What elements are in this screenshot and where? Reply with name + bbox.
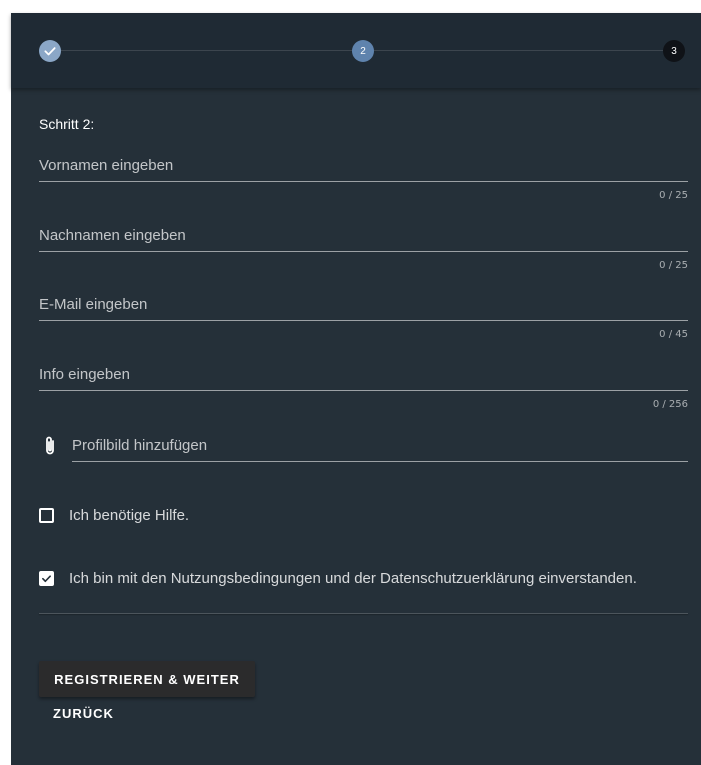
- profile-picture-label: Profilbild hinzufügen: [72, 437, 208, 454]
- step-2-active[interactable]: 2: [352, 40, 374, 62]
- last-name-counter: 0 / 25: [659, 260, 688, 271]
- first-name-field[interactable]: Vornamen eingeben 0 / 25: [39, 155, 688, 207]
- email-counter: 0 / 45: [659, 329, 688, 340]
- email-field[interactable]: E-Mail eingeben 0 / 45: [39, 294, 688, 346]
- step-title: Schritt 2:: [39, 116, 95, 132]
- info-field[interactable]: Info eingeben 0 / 256: [39, 364, 688, 416]
- register-continue-button[interactable]: REGISTRIEREN & WEITER: [39, 661, 255, 697]
- paperclip-icon: [46, 436, 54, 455]
- step-connector: [374, 50, 663, 51]
- last-name-underline: [39, 251, 688, 252]
- info-underline: [39, 390, 688, 391]
- email-underline: [39, 320, 688, 321]
- terms-checkbox-row[interactable]: Ich bin mit den Nutzungsbedingungen und …: [39, 570, 637, 587]
- step-1-completed[interactable]: [39, 40, 61, 62]
- profile-picture-underline: [72, 461, 688, 462]
- terms-checkbox-label[interactable]: Ich bin mit den Nutzungsbedingungen und …: [69, 570, 637, 587]
- info-placeholder: Info eingeben: [39, 366, 130, 383]
- step-connector: [61, 50, 352, 51]
- section-divider: [39, 613, 688, 614]
- step-3-pending[interactable]: 3: [663, 40, 685, 62]
- first-name-counter: 0 / 25: [659, 190, 688, 201]
- check-icon: [42, 575, 51, 583]
- first-name-placeholder: Vornamen eingeben: [39, 157, 174, 174]
- terms-checkbox[interactable]: [39, 571, 54, 586]
- email-placeholder: E-Mail eingeben: [39, 296, 148, 313]
- help-checkbox-row[interactable]: Ich benötige Hilfe.: [39, 507, 189, 524]
- help-checkbox[interactable]: [39, 508, 54, 523]
- registration-card: 2 3 Schritt 2: Vornamen eingeben 0 / 25 …: [11, 13, 701, 765]
- stepper: 2 3: [11, 13, 701, 88]
- first-name-underline: [39, 181, 688, 182]
- profile-picture-upload[interactable]: Profilbild hinzufügen: [39, 431, 688, 463]
- last-name-field[interactable]: Nachnamen eingeben 0 / 25: [39, 225, 688, 277]
- back-button[interactable]: ZURÜCK: [53, 706, 114, 721]
- info-counter: 0 / 256: [652, 399, 688, 410]
- check-icon: [44, 47, 56, 56]
- help-checkbox-label[interactable]: Ich benötige Hilfe.: [69, 507, 189, 524]
- last-name-placeholder: Nachnamen eingeben: [39, 227, 186, 244]
